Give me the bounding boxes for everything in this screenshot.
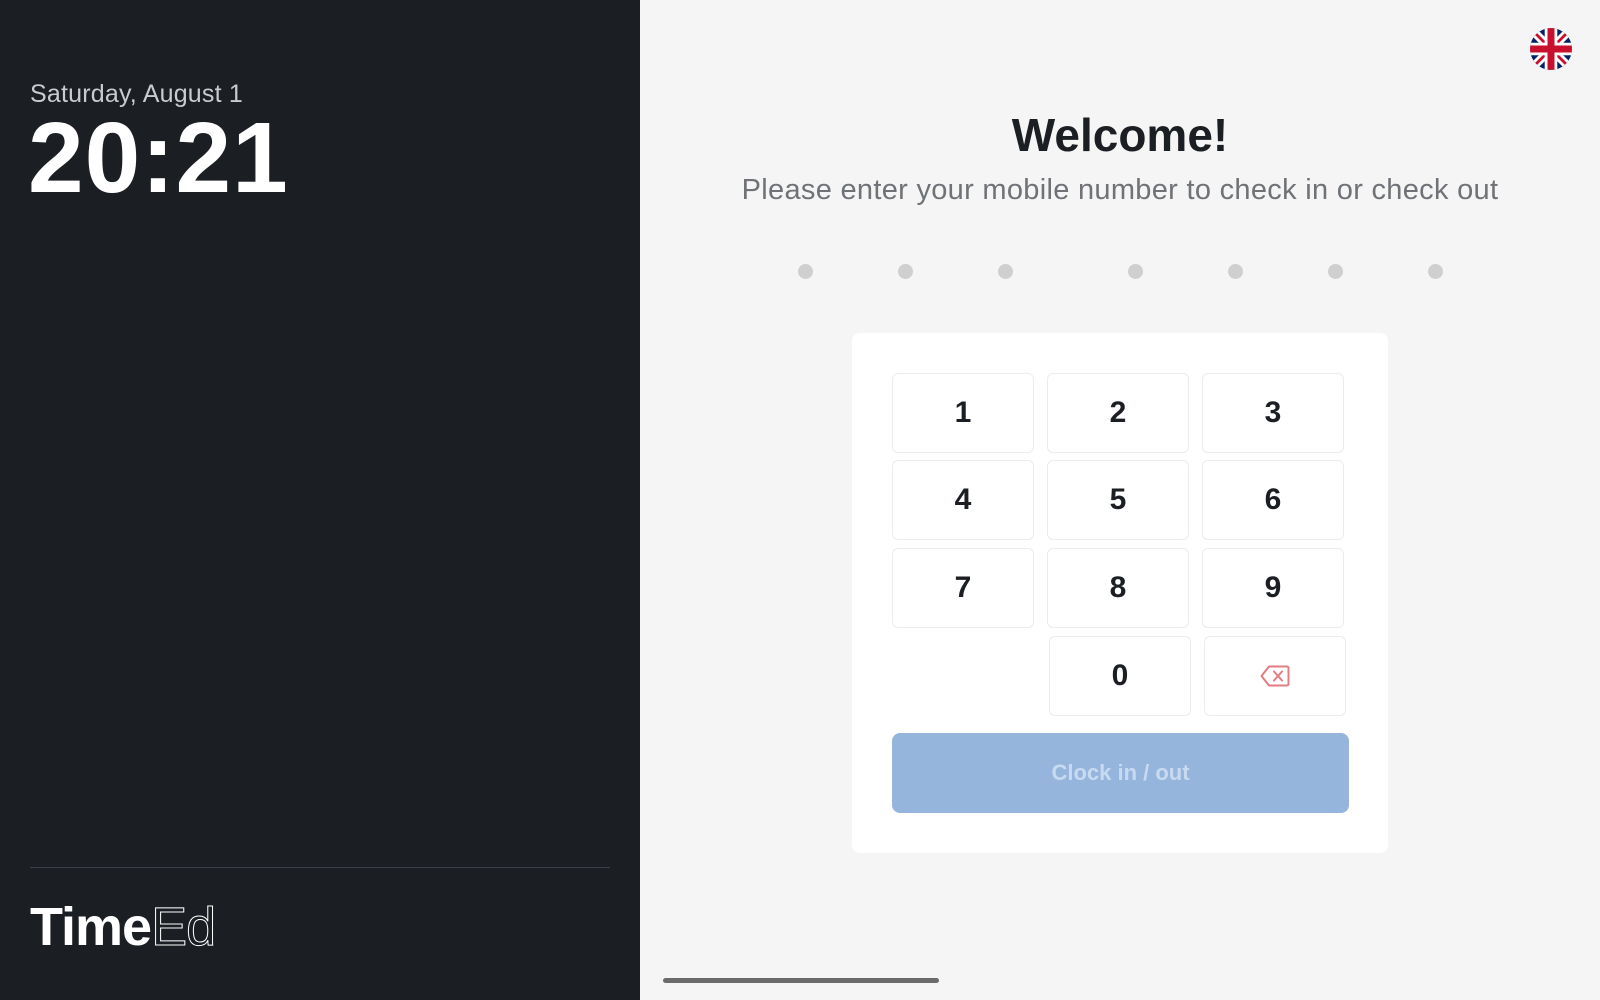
kiosk-screen: Saturday, August 1 20:21 TimeEd Welcome!… — [0, 0, 1600, 1000]
left-divider — [30, 867, 610, 868]
brand-logo: TimeEd — [30, 897, 217, 957]
pin-dot — [998, 264, 1013, 279]
key-1[interactable]: 1 — [892, 373, 1034, 453]
brand-logo-light: Ed — [151, 897, 217, 957]
left-panel: Saturday, August 1 20:21 TimeEd — [0, 0, 640, 1000]
pin-dot — [1328, 264, 1343, 279]
key-3[interactable]: 3 — [1202, 373, 1344, 453]
right-panel: Welcome! Please enter your mobile number… — [640, 0, 1600, 1000]
key-7[interactable]: 7 — [892, 548, 1034, 628]
key-8[interactable]: 8 — [1047, 548, 1189, 628]
key-5[interactable]: 5 — [1047, 460, 1189, 540]
pin-dot — [1128, 264, 1143, 279]
pin-dot — [1228, 264, 1243, 279]
pin-indicator — [640, 264, 1600, 280]
welcome-title: Welcome! — [1011, 109, 1229, 161]
key-2[interactable]: 2 — [1047, 373, 1189, 453]
home-indicator[interactable] — [663, 978, 939, 983]
current-time: 20:21 — [28, 102, 289, 214]
pin-dot — [798, 264, 813, 279]
pin-dot — [898, 264, 913, 279]
uk-flag-icon — [1530, 28, 1572, 70]
pin-dot — [1428, 264, 1443, 279]
language-selector[interactable] — [1530, 28, 1572, 70]
key-6[interactable]: 6 — [1202, 460, 1344, 540]
backspace-button[interactable] — [1204, 636, 1346, 716]
clock-in-out-button[interactable]: Clock in / out — [892, 733, 1349, 813]
key-4[interactable]: 4 — [892, 460, 1034, 540]
backspace-icon — [1260, 665, 1290, 687]
brand-logo-bold: Time — [30, 897, 152, 957]
keypad-card: 1 2 3 4 5 6 7 8 9 0 Clock in / out — [852, 333, 1388, 853]
key-0[interactable]: 0 — [1049, 636, 1191, 716]
welcome-subtitle: Please enter your mobile number to check… — [741, 174, 1499, 206]
key-9[interactable]: 9 — [1202, 548, 1344, 628]
